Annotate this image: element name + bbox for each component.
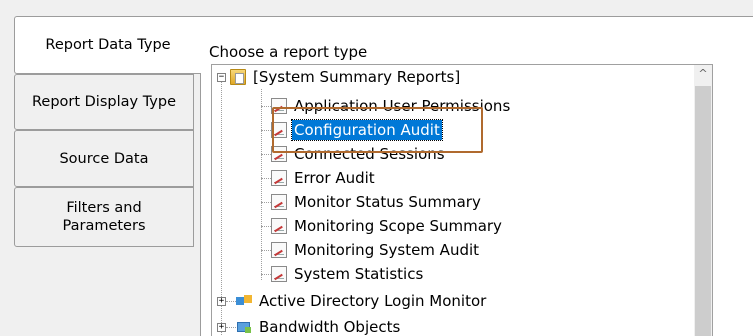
tree-line bbox=[226, 301, 236, 302]
tree-node-application-user-permissions[interactable]: Application User Permissions bbox=[271, 94, 512, 118]
tree-node-label: Error Audit bbox=[294, 169, 375, 187]
tree-node-label: Monitoring System Audit bbox=[294, 241, 480, 259]
tab-label: Source Data bbox=[59, 150, 149, 167]
tree-node-monitoring-scope-summary[interactable]: Monitoring Scope Summary bbox=[271, 214, 504, 238]
tab-report-display-type[interactable]: Report Display Type bbox=[14, 74, 194, 130]
report-icon bbox=[271, 98, 287, 114]
tree-node-monitoring-system-audit[interactable]: Monitoring System Audit bbox=[271, 238, 481, 262]
report-icon bbox=[271, 242, 287, 258]
report-icon bbox=[271, 218, 287, 234]
tree-node-system-statistics[interactable]: System Statistics bbox=[271, 262, 425, 286]
tree-node-system-summary-reports[interactable]: [System Summary Reports] bbox=[230, 65, 462, 89]
tree-line bbox=[261, 130, 271, 131]
expand-toggle[interactable]: + bbox=[217, 323, 226, 332]
tree-node-monitor-status-summary[interactable]: Monitor Status Summary bbox=[271, 190, 483, 214]
tree-node-label: Bandwidth Objects bbox=[259, 318, 401, 336]
choose-report-type-label: Choose a report type bbox=[209, 43, 368, 61]
tree-line bbox=[261, 250, 271, 251]
tree-line bbox=[226, 327, 236, 328]
tree-node-bandwidth-objects[interactable]: Bandwidth Objects bbox=[236, 315, 402, 336]
active-directory-icon bbox=[236, 293, 252, 309]
tree-node-error-audit[interactable]: Error Audit bbox=[271, 166, 377, 190]
report-icon bbox=[271, 122, 287, 138]
tree-node-label: Configuration Audit bbox=[291, 119, 443, 141]
tree-line bbox=[261, 89, 262, 280]
tree-line bbox=[261, 274, 271, 275]
tree-line bbox=[261, 154, 271, 155]
bandwidth-icon bbox=[236, 319, 252, 335]
tree-node-label: Monitoring Scope Summary bbox=[294, 217, 502, 235]
report-icon bbox=[271, 146, 287, 162]
tab-report-data-type[interactable]: Report Data Type bbox=[14, 16, 201, 74]
folder-icon bbox=[230, 69, 246, 85]
collapse-toggle[interactable]: − bbox=[217, 73, 226, 82]
tree-line bbox=[261, 202, 271, 203]
tab-label: Filters and Parameters bbox=[62, 200, 146, 234]
tree-node-label: [System Summary Reports] bbox=[253, 68, 461, 86]
tree-node-label: Monitor Status Summary bbox=[294, 193, 481, 211]
scrollbar-thumb[interactable] bbox=[695, 86, 711, 336]
tree-node-label: Active Directory Login Monitor bbox=[259, 292, 487, 310]
tree-node-active-directory-login-monitor[interactable]: Active Directory Login Monitor bbox=[236, 289, 488, 313]
vertical-scrollbar[interactable]: ^ bbox=[694, 65, 712, 336]
tree-line bbox=[261, 178, 271, 179]
tab-filters-and-parameters[interactable]: Filters and Parameters bbox=[14, 187, 194, 247]
report-icon bbox=[271, 266, 287, 282]
tree-node-label: Application User Permissions bbox=[294, 97, 511, 115]
tree-node-label: Connected Sessions bbox=[294, 145, 445, 163]
tab-source-data[interactable]: Source Data bbox=[14, 130, 194, 187]
report-icon bbox=[271, 170, 287, 186]
tree-line bbox=[261, 106, 271, 107]
tree-node-connected-sessions[interactable]: Connected Sessions bbox=[271, 142, 447, 166]
tab-label: Report Data Type bbox=[45, 37, 171, 53]
report-icon bbox=[271, 194, 287, 210]
tree-node-label: System Statistics bbox=[294, 265, 424, 283]
report-type-tree[interactable]: − [System Summary Reports] Application U… bbox=[211, 64, 713, 336]
scroll-up-arrow-icon[interactable]: ^ bbox=[694, 67, 712, 80]
expand-toggle[interactable]: + bbox=[217, 297, 226, 306]
tree-node-configuration-audit[interactable]: Configuration Audit bbox=[271, 118, 443, 142]
tree-line bbox=[261, 226, 271, 227]
tab-label: Report Display Type bbox=[31, 94, 177, 110]
